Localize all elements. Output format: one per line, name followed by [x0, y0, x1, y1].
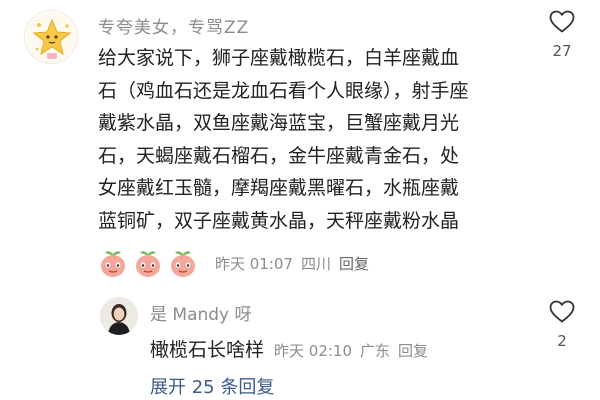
- comment-meta-row: 昨天 01:07 四川 回复: [98, 248, 377, 278]
- comment-text: 给大家说下，狮子座戴橄榄石，白羊座戴血 石（鸡血石还是龙血石看个人眼缘），射手座…: [98, 42, 528, 237]
- person-photo-icon: [100, 297, 138, 335]
- comment-time: 昨天 01:07: [215, 254, 293, 273]
- comment-like-count: 27: [552, 42, 572, 60]
- comment-text-line: 给大家说下，狮子座戴橄榄石，白羊座戴血: [98, 47, 460, 69]
- comment-location: 四川: [301, 254, 332, 273]
- reply-time: 昨天 02:10: [274, 342, 353, 360]
- comment-text-line: 石（鸡血石还是龙血石看个人眼缘），射手座: [98, 79, 469, 102]
- commenter-avatar[interactable]: [24, 10, 78, 64]
- peach-sticker-icon: [171, 251, 195, 277]
- commenter-username[interactable]: 专夸美女，专骂ZZ: [98, 13, 249, 38]
- comment-text-line: 蓝铜矿，双子座戴黄水晶，天秤座戴粉水晶: [98, 209, 460, 232]
- reply-location: 广东: [360, 342, 391, 360]
- reply-like-button[interactable]: 2: [545, 300, 579, 350]
- replier-avatar[interactable]: [100, 297, 138, 335]
- replier-username[interactable]: 是 Mandy 呀: [150, 300, 252, 325]
- comment-meta: 昨天 01:07 四川 回复: [215, 253, 377, 274]
- comment-text-line: 女座戴红玉髓，摩羯座戴黑曜石，水瓶座戴: [98, 177, 460, 199]
- reply-like-count: 2: [557, 332, 567, 350]
- comment-like-button[interactable]: 27: [545, 10, 579, 60]
- comment-text-line: 石，天蝎座戴石榴石，金牛座戴青金石，处: [98, 144, 460, 167]
- peach-sticker-icon: [136, 251, 160, 277]
- peach-sticker-icon: [101, 251, 125, 277]
- reply-reply-button[interactable]: 回复: [398, 342, 428, 360]
- comment-text-line: 戴紫水晶，双鱼座戴海蓝宝，巨蟹座戴月光: [98, 112, 460, 134]
- heart-icon: [549, 10, 575, 33]
- reply-meta: 昨天 02:10 广东 回复: [274, 340, 436, 361]
- comment-item: 专夸美女，专骂ZZ 给大家说下，狮子座戴橄榄石，白羊座戴血 石（鸡血石还是龙血石…: [0, 0, 600, 400]
- reply-content-row: 橄榄石长啥样 昨天 02:10 广东 回复: [150, 335, 436, 362]
- heart-icon: [549, 300, 575, 323]
- star-character-icon: [26, 12, 77, 63]
- expand-replies-button[interactable]: 展开 25 条回复: [150, 373, 274, 399]
- reply-text: 橄榄石长啥样: [150, 339, 265, 361]
- comment-reply-button[interactable]: 回复: [339, 255, 369, 273]
